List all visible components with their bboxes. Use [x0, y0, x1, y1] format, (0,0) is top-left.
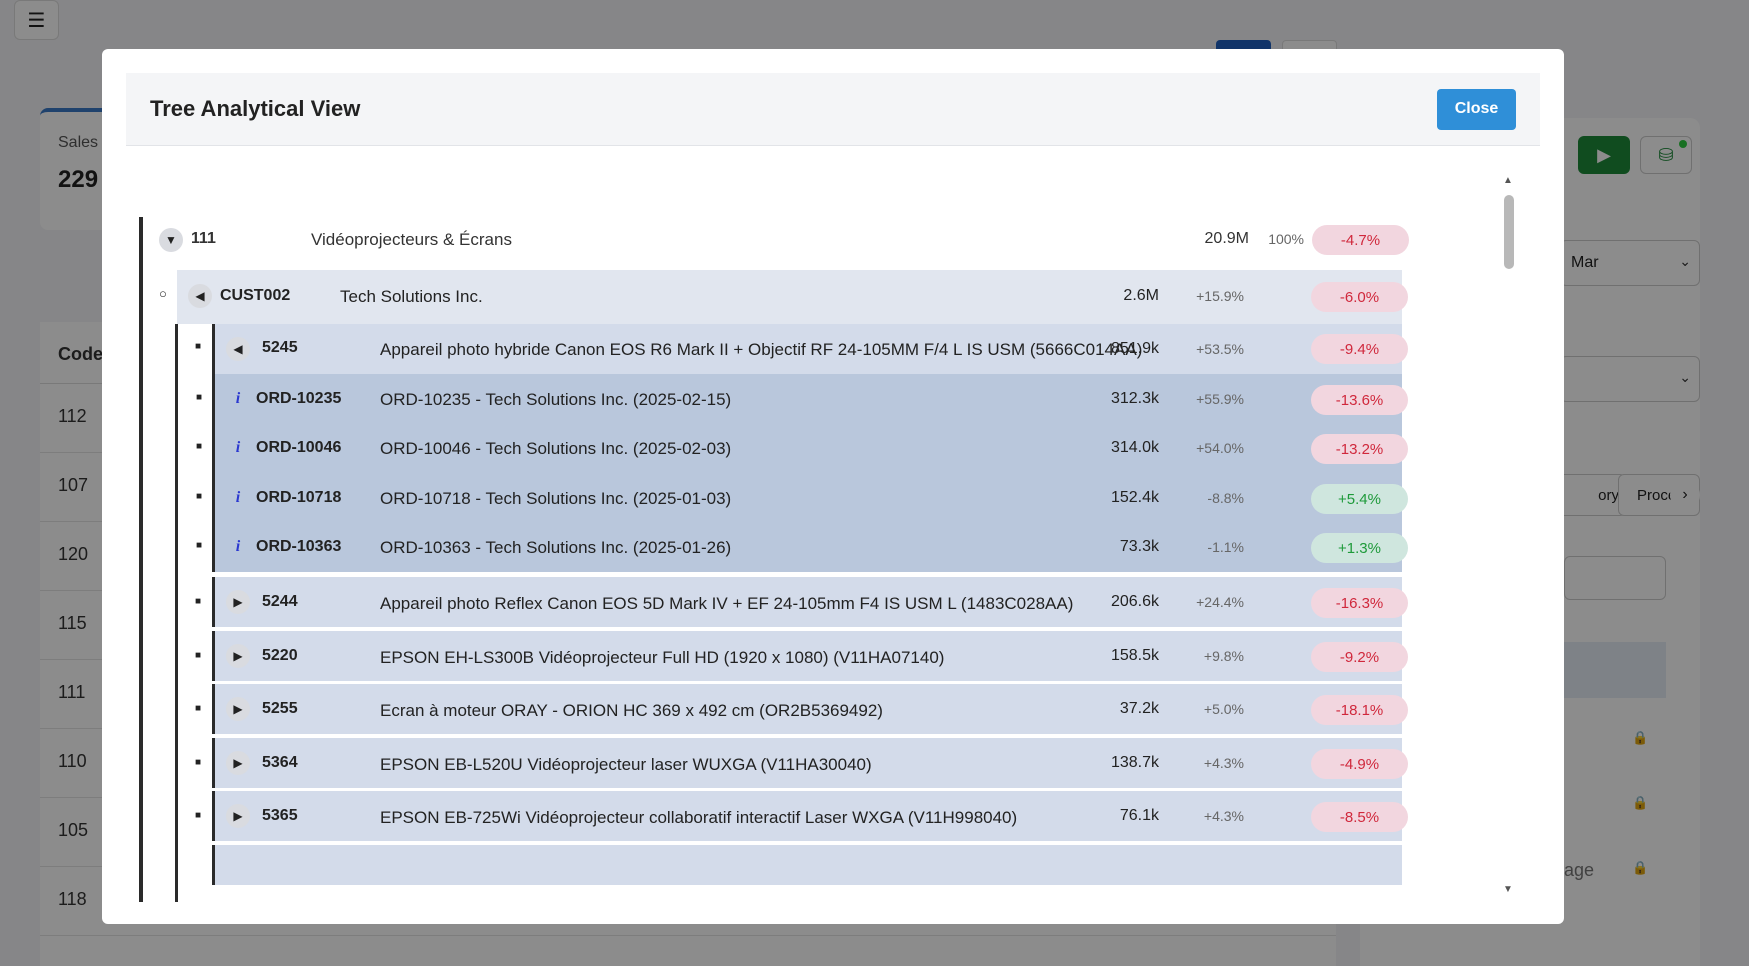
node-share: +53.5%: [1196, 341, 1244, 357]
node-code: 5220: [262, 647, 298, 664]
tree-node-root[interactable]: ▼ 111 Vidéoprojecteurs & Écrans 20.9M 10…: [143, 215, 1409, 265]
delta-badge: -4.7%: [1312, 225, 1409, 255]
delta-badge: -6.0%: [1311, 282, 1408, 312]
bullet-icon: ■: [195, 650, 202, 661]
order-share: +54.0%: [1196, 440, 1244, 456]
node-code: 111: [191, 230, 216, 247]
tree-analytical-modal: Tree Analytical View Close ▼ 111 Vidéopr…: [102, 49, 1564, 924]
delta-badge: -16.3%: [1311, 588, 1408, 618]
node-name: Ecran à moteur ORAY - ORION HC 369 x 492…: [380, 701, 883, 720]
order-value: 73.3k: [1119, 538, 1159, 555]
tree-view: ▼ 111 Vidéoprojecteurs & Écrans 20.9M 10…: [126, 169, 1530, 902]
expand-icon[interactable]: ▶: [226, 751, 250, 775]
node-code: 5244: [262, 593, 298, 610]
node-name: Appareil photo Reflex Canon EOS 5D Mark …: [380, 594, 1074, 613]
order-share: -8.8%: [1207, 490, 1244, 506]
delta-badge: -8.5%: [1311, 802, 1408, 832]
delta-badge: -9.4%: [1311, 334, 1408, 364]
bullet-icon: ■: [196, 441, 203, 452]
info-icon[interactable]: i: [226, 486, 250, 510]
scroll-down-icon[interactable]: ▼: [1503, 884, 1513, 895]
node-share: +5.0%: [1203, 701, 1244, 717]
collapse-icon[interactable]: ◀: [188, 284, 212, 308]
tree-guide-line: [175, 324, 178, 902]
node-share: +24.4%: [1196, 594, 1244, 610]
info-icon[interactable]: i: [226, 436, 250, 460]
order-code: ORD-10235: [256, 390, 342, 407]
modal-header: Tree Analytical View Close: [126, 73, 1540, 146]
node-name: EPSON EB-L520U Vidéoprojecteur laser WUX…: [380, 755, 872, 774]
node-name: Appareil photo hybride Canon EOS R6 Mark…: [380, 340, 1143, 359]
bullet-icon: ■: [195, 810, 202, 821]
scroll-up-icon[interactable]: ▲: [1503, 175, 1513, 186]
bullet-icon: ○: [159, 286, 167, 301]
tree-guide-line: [139, 217, 143, 902]
node-value: 2.6M: [1123, 287, 1159, 304]
delta-badge: -18.1%: [1311, 695, 1408, 725]
node-name: EPSON EB-725Wi Vidéoprojecteur collabora…: [380, 808, 1018, 827]
order-name: ORD-10046 - Tech Solutions Inc. (2025-02…: [380, 439, 732, 458]
node-name: Tech Solutions Inc.: [340, 287, 483, 306]
node-code: 5255: [262, 700, 298, 717]
node-name: Vidéoprojecteurs & Écrans: [311, 230, 512, 249]
info-icon[interactable]: i: [226, 387, 250, 411]
node-value: 76.1k: [1119, 807, 1159, 824]
tree-node-product[interactable]: [212, 845, 1402, 885]
order-share: -1.1%: [1207, 539, 1244, 555]
scroll-thumb[interactable]: [1504, 195, 1514, 269]
delta-badge: -13.6%: [1311, 385, 1408, 415]
order-name: ORD-10718 - Tech Solutions Inc. (2025-01…: [380, 489, 732, 508]
expand-icon[interactable]: ▶: [226, 590, 250, 614]
node-value: 158.5k: [1110, 647, 1159, 664]
bullet-icon: ■: [195, 341, 202, 352]
bullet-icon: ■: [195, 757, 202, 768]
order-code: ORD-10718: [256, 489, 342, 506]
node-value: 206.6k: [1110, 593, 1159, 610]
order-code: ORD-10363: [256, 538, 342, 555]
delta-badge: -13.2%: [1311, 434, 1408, 464]
delta-badge: -4.9%: [1311, 749, 1408, 779]
bullet-icon: ■: [196, 540, 203, 551]
order-value: 314.0k: [1110, 439, 1159, 456]
modal-title: Tree Analytical View: [150, 96, 361, 121]
expand-icon[interactable]: ▶: [226, 644, 250, 668]
node-name: EPSON EH-LS300B Vidéoprojecteur Full HD …: [380, 648, 945, 667]
collapse-icon[interactable]: ◀: [226, 337, 250, 361]
order-name: ORD-10235 - Tech Solutions Inc. (2025-02…: [380, 390, 732, 409]
node-share: +15.9%: [1196, 288, 1244, 304]
info-icon[interactable]: i: [226, 535, 250, 559]
close-button[interactable]: Close: [1437, 88, 1516, 130]
bullet-icon: ■: [195, 596, 202, 607]
node-value: 37.2k: [1119, 700, 1159, 717]
bullet-icon: ■: [196, 392, 203, 403]
node-code: 5365: [262, 807, 298, 824]
node-share: +4.3%: [1203, 755, 1244, 771]
node-code: CUST002: [220, 287, 291, 304]
expand-icon[interactable]: ▶: [226, 804, 250, 828]
bullet-icon: ■: [196, 491, 203, 502]
order-value: 312.3k: [1110, 390, 1159, 407]
delta-badge: +1.3%: [1311, 533, 1408, 563]
node-share: +4.3%: [1203, 808, 1244, 824]
node-share: +9.8%: [1203, 648, 1244, 664]
node-share: 100%: [1268, 231, 1304, 247]
node-code: 5364: [262, 754, 298, 771]
order-share: +55.9%: [1196, 391, 1244, 407]
collapse-icon[interactable]: ▼: [159, 228, 183, 252]
node-code: 5245: [262, 339, 298, 356]
order-code: ORD-10046: [256, 439, 342, 456]
node-value: 138.7k: [1110, 754, 1159, 771]
order-value: 152.4k: [1110, 489, 1159, 506]
expand-icon[interactable]: ▶: [226, 697, 250, 721]
delta-badge: +5.4%: [1311, 484, 1408, 514]
bullet-icon: ■: [195, 703, 202, 714]
delta-badge: -9.2%: [1311, 642, 1408, 672]
node-value: 851.9k: [1110, 340, 1159, 357]
tree-scrollbar[interactable]: ▲ ▼: [1502, 175, 1516, 895]
order-name: ORD-10363 - Tech Solutions Inc. (2025-01…: [380, 538, 732, 557]
